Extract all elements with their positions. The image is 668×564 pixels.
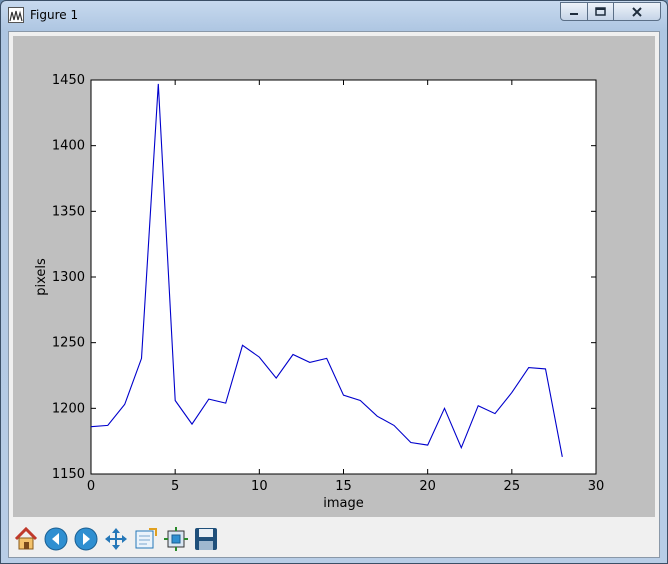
minimize-button[interactable] — [560, 2, 588, 21]
y-tick-label: 1200 — [52, 401, 85, 416]
y-axis-label: pixels — [34, 258, 49, 296]
close-button[interactable] — [613, 2, 661, 21]
pan-button[interactable] — [101, 524, 130, 553]
x-tick-label: 0 — [87, 479, 95, 494]
matplotlib-figure-icon — [8, 7, 24, 23]
axes-area — [90, 79, 597, 475]
maximize-button[interactable] — [587, 2, 614, 21]
figure-window: Figure 1 0 5 10 15 20 25 30 1150 1200 1250 1300 135… — [0, 0, 668, 564]
x-tick-label: 30 — [588, 479, 605, 494]
x-tick-label: 20 — [419, 479, 436, 494]
x-tick-label: 25 — [504, 479, 521, 494]
subplots-icon — [163, 526, 188, 551]
y-tick-label: 1300 — [52, 270, 85, 285]
y-tick-label: 1150 — [52, 467, 85, 482]
x-tick-label: 5 — [171, 479, 179, 494]
move-icon — [104, 527, 127, 550]
navigation-toolbar — [11, 524, 220, 556]
x-axis-label: image — [323, 496, 364, 511]
y-tick-label: 1350 — [52, 204, 85, 219]
forward-button[interactable] — [71, 524, 100, 553]
title-bar[interactable]: Figure 1 — [1, 1, 667, 29]
back-button[interactable] — [41, 524, 70, 553]
client-area: 0 5 10 15 20 25 30 1150 1200 1250 1300 1350 1400 1450… — [8, 31, 660, 558]
close-icon — [632, 6, 642, 17]
save-button[interactable] — [191, 524, 220, 553]
x-tick-label: 15 — [335, 479, 352, 494]
subplots-button[interactable] — [161, 524, 190, 553]
floppy-disk-icon — [194, 527, 217, 550]
home-button[interactable] — [11, 524, 40, 553]
y-tick-label: 1250 — [52, 336, 85, 351]
y-tick-label: 1400 — [52, 139, 85, 154]
back-arrow-icon — [44, 527, 67, 550]
zoom-rect-icon — [135, 527, 157, 548]
zoom-button[interactable] — [131, 524, 160, 553]
minimize-icon — [570, 12, 578, 15]
home-icon — [14, 526, 37, 549]
forward-arrow-icon — [74, 527, 97, 550]
window-title: Figure 1 — [30, 8, 79, 22]
figure-canvas[interactable]: 0 5 10 15 20 25 30 1150 1200 1250 1300 1350 1400 1450… — [13, 36, 655, 517]
line-chart: 0 5 10 15 20 25 30 1150 1200 1250 1300 1350 1400 1450… — [34, 73, 605, 511]
y-tick-label: 1450 — [52, 73, 85, 88]
maximize-icon — [595, 7, 606, 16]
x-tick-label: 10 — [251, 479, 268, 494]
